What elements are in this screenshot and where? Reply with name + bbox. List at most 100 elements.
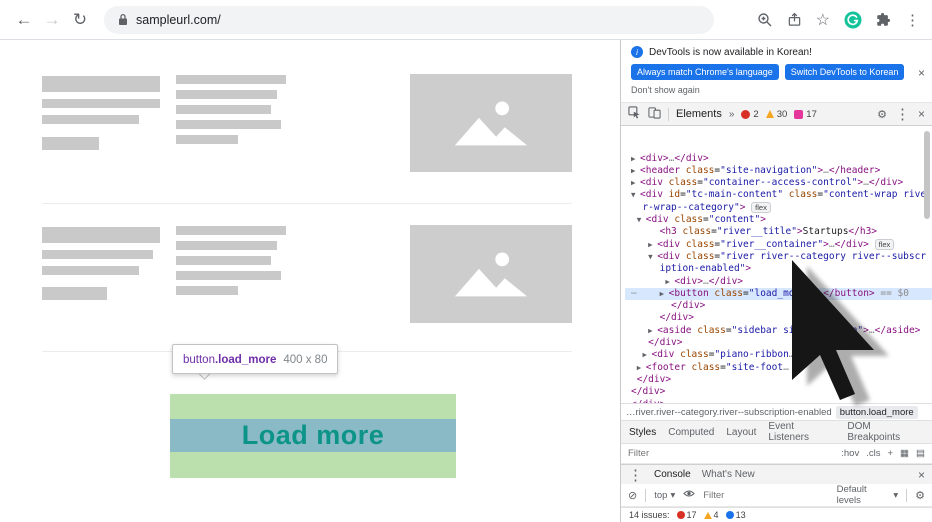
dom-node[interactable]: </div> xyxy=(625,300,932,312)
dom-node[interactable]: ▶ <aside class="sidebar sidebar--main">…… xyxy=(625,325,932,337)
dom-node-selected[interactable]: ⋯ ▶ <button class="load_more">…</button>… xyxy=(625,288,932,300)
dont-show-again-link[interactable]: Don't show again xyxy=(631,85,922,95)
placeholder-bar xyxy=(176,256,271,265)
placeholder-bar xyxy=(176,226,286,235)
back-icon[interactable]: ← xyxy=(10,6,38,34)
more-tabs-icon[interactable]: » xyxy=(729,109,735,120)
inspect-element-icon[interactable] xyxy=(628,106,641,122)
devtools-notification: i DevTools is now available in Korean! A… xyxy=(621,40,932,102)
forward-icon: → xyxy=(38,6,66,34)
tab-event-listeners[interactable]: Event Listeners xyxy=(768,421,835,443)
dom-node[interactable]: </div> xyxy=(625,374,932,386)
drawer-close-icon[interactable]: × xyxy=(918,468,925,482)
console-filter-input[interactable] xyxy=(703,490,828,501)
dom-node[interactable]: iption-enabled"> xyxy=(625,263,932,275)
tab-elements[interactable]: Elements xyxy=(676,108,722,120)
zoom-icon[interactable] xyxy=(757,12,773,28)
dom-node[interactable]: ▼ <div class="river river--category rive… xyxy=(625,251,932,263)
drawer-menu-icon[interactable]: ⋮ xyxy=(628,466,643,484)
placeholder-bar xyxy=(176,120,281,129)
dom-node[interactable]: </div> xyxy=(625,337,932,349)
dom-node[interactable]: </div> xyxy=(625,399,932,403)
devtools-close-icon[interactable]: × xyxy=(918,107,925,121)
url-text[interactable]: sampleurl.com/ xyxy=(136,13,221,27)
breadcrumb-path[interactable]: …river.river--category.river--subscripti… xyxy=(626,407,832,418)
placeholder-bar xyxy=(42,287,107,300)
placeholder-image xyxy=(410,74,572,172)
warning-count-badge[interactable]: 30 xyxy=(766,109,788,120)
device-toolbar-icon[interactable] xyxy=(648,106,661,122)
pseudo-state-toggle[interactable]: :hov xyxy=(841,448,859,459)
devtools-panel: i DevTools is now available in Korean! A… xyxy=(620,40,932,522)
tab-dom-breakpoints[interactable]: DOM Breakpoints xyxy=(847,421,924,443)
devtools-menu-icon[interactable]: ⋮ xyxy=(895,105,910,123)
load-more-button[interactable]: Load more xyxy=(170,416,456,454)
dom-node[interactable]: </div> xyxy=(625,386,932,398)
address-bar[interactable]: sampleurl.com/ xyxy=(104,6,714,34)
new-style-rule-button[interactable]: + xyxy=(887,448,893,459)
tab-styles[interactable]: Styles xyxy=(629,427,656,438)
webpage-viewport: button.load_more 400 x 80 Load more xyxy=(0,40,620,522)
error-icon xyxy=(741,110,750,119)
share-icon[interactable] xyxy=(787,12,802,28)
dom-node[interactable]: ▶ <div>…</div> xyxy=(625,276,932,288)
dom-node[interactable]: ▼ <div class="content"> xyxy=(625,214,932,226)
placeholder-bar xyxy=(176,135,238,144)
divider xyxy=(906,489,907,502)
context-selector[interactable]: top▾ xyxy=(654,490,675,501)
styles-filter-input[interactable] xyxy=(628,448,834,459)
browser-toolbar: ← → ↻ sampleurl.com/ ☆ ⋮ xyxy=(0,0,932,40)
dom-node[interactable]: ▶ <div class="piano-ribbon…div> xyxy=(625,349,932,361)
placeholder-bar xyxy=(176,75,286,84)
class-toggle[interactable]: .cls xyxy=(866,448,880,459)
devtools-toolbar: Elements » 2 30 17 ⚙ ⋮ × xyxy=(621,102,932,126)
tab-console[interactable]: Console xyxy=(654,469,691,480)
dom-node[interactable]: ▶ <header class="site-navigation">…</hea… xyxy=(625,165,932,177)
dom-node[interactable]: ▶ <div class="river__container">…</div> … xyxy=(625,239,932,251)
console-settings-icon[interactable]: ⚙ xyxy=(915,489,925,502)
screen: ← → ↻ sampleurl.com/ ☆ ⋮ xyxy=(0,0,932,522)
bookmark-star-icon[interactable]: ☆ xyxy=(816,10,830,30)
grammarly-extension-icon[interactable] xyxy=(844,11,862,29)
lock-icon xyxy=(118,13,128,26)
styles-filter-bar: :hov .cls + ▦ ▤ xyxy=(621,444,932,464)
status-warnings: 4 xyxy=(704,510,719,520)
switch-korean-button[interactable]: Switch DevTools to Korean xyxy=(785,64,905,80)
dom-node[interactable]: ▼ <div id="tc-main-content" class="conte… xyxy=(625,189,932,201)
match-language-button[interactable]: Always match Chrome's language xyxy=(631,64,779,80)
dom-node[interactable]: <h3 class="river__title">Startups</h3> xyxy=(625,226,932,238)
image-icon xyxy=(448,248,534,300)
placeholder-bar xyxy=(42,266,139,275)
tab-whats-new[interactable]: What's New xyxy=(702,469,755,480)
clear-console-icon[interactable]: ⊘ xyxy=(628,489,637,502)
browser-menu-icon[interactable]: ⋮ xyxy=(905,11,920,29)
tab-computed[interactable]: Computed xyxy=(668,427,714,438)
eye-icon[interactable] xyxy=(683,489,695,501)
error-count-badge[interactable]: 2 xyxy=(741,109,758,120)
warning-icon xyxy=(704,512,712,519)
dom-node[interactable]: r-wrap--category"> flex xyxy=(625,202,932,214)
console-status-bar: 14 issues: 17 4 13 xyxy=(621,507,932,522)
dom-node[interactable]: ▶ <footer class="site-foot… xyxy=(625,362,932,374)
status-infos: 13 xyxy=(726,510,746,520)
divider xyxy=(645,489,646,502)
tooltip-selector: button.load_more xyxy=(183,350,276,368)
computed-panel-icon[interactable]: ▤ xyxy=(916,448,925,459)
layout-grid-icon[interactable]: ▦ xyxy=(900,448,909,459)
breadcrumb: …river.river--category.river--subscripti… xyxy=(621,403,932,420)
notification-close-icon[interactable]: × xyxy=(918,66,925,80)
reload-icon[interactable]: ↻ xyxy=(66,6,94,34)
image-icon xyxy=(448,97,534,149)
scrollbar-thumb[interactable] xyxy=(924,131,930,219)
dom-node[interactable]: ▶ <div class="container--access-control"… xyxy=(625,177,932,189)
issues-count-badge[interactable]: 17 xyxy=(794,109,817,120)
sidebar-pane-tabs: Styles Computed Layout Event Listeners D… xyxy=(621,420,932,444)
dom-node[interactable]: ▶ <div>…</div> xyxy=(625,153,932,165)
devtools-settings-icon[interactable]: ⚙ xyxy=(877,108,887,121)
issues-summary-label[interactable]: 14 issues: xyxy=(629,510,670,520)
dom-node[interactable]: </div> xyxy=(625,312,932,324)
log-levels-selector[interactable]: Default levels▾ xyxy=(837,484,899,506)
divider xyxy=(42,203,572,204)
tab-layout[interactable]: Layout xyxy=(726,427,756,438)
extensions-icon[interactable] xyxy=(876,12,891,27)
